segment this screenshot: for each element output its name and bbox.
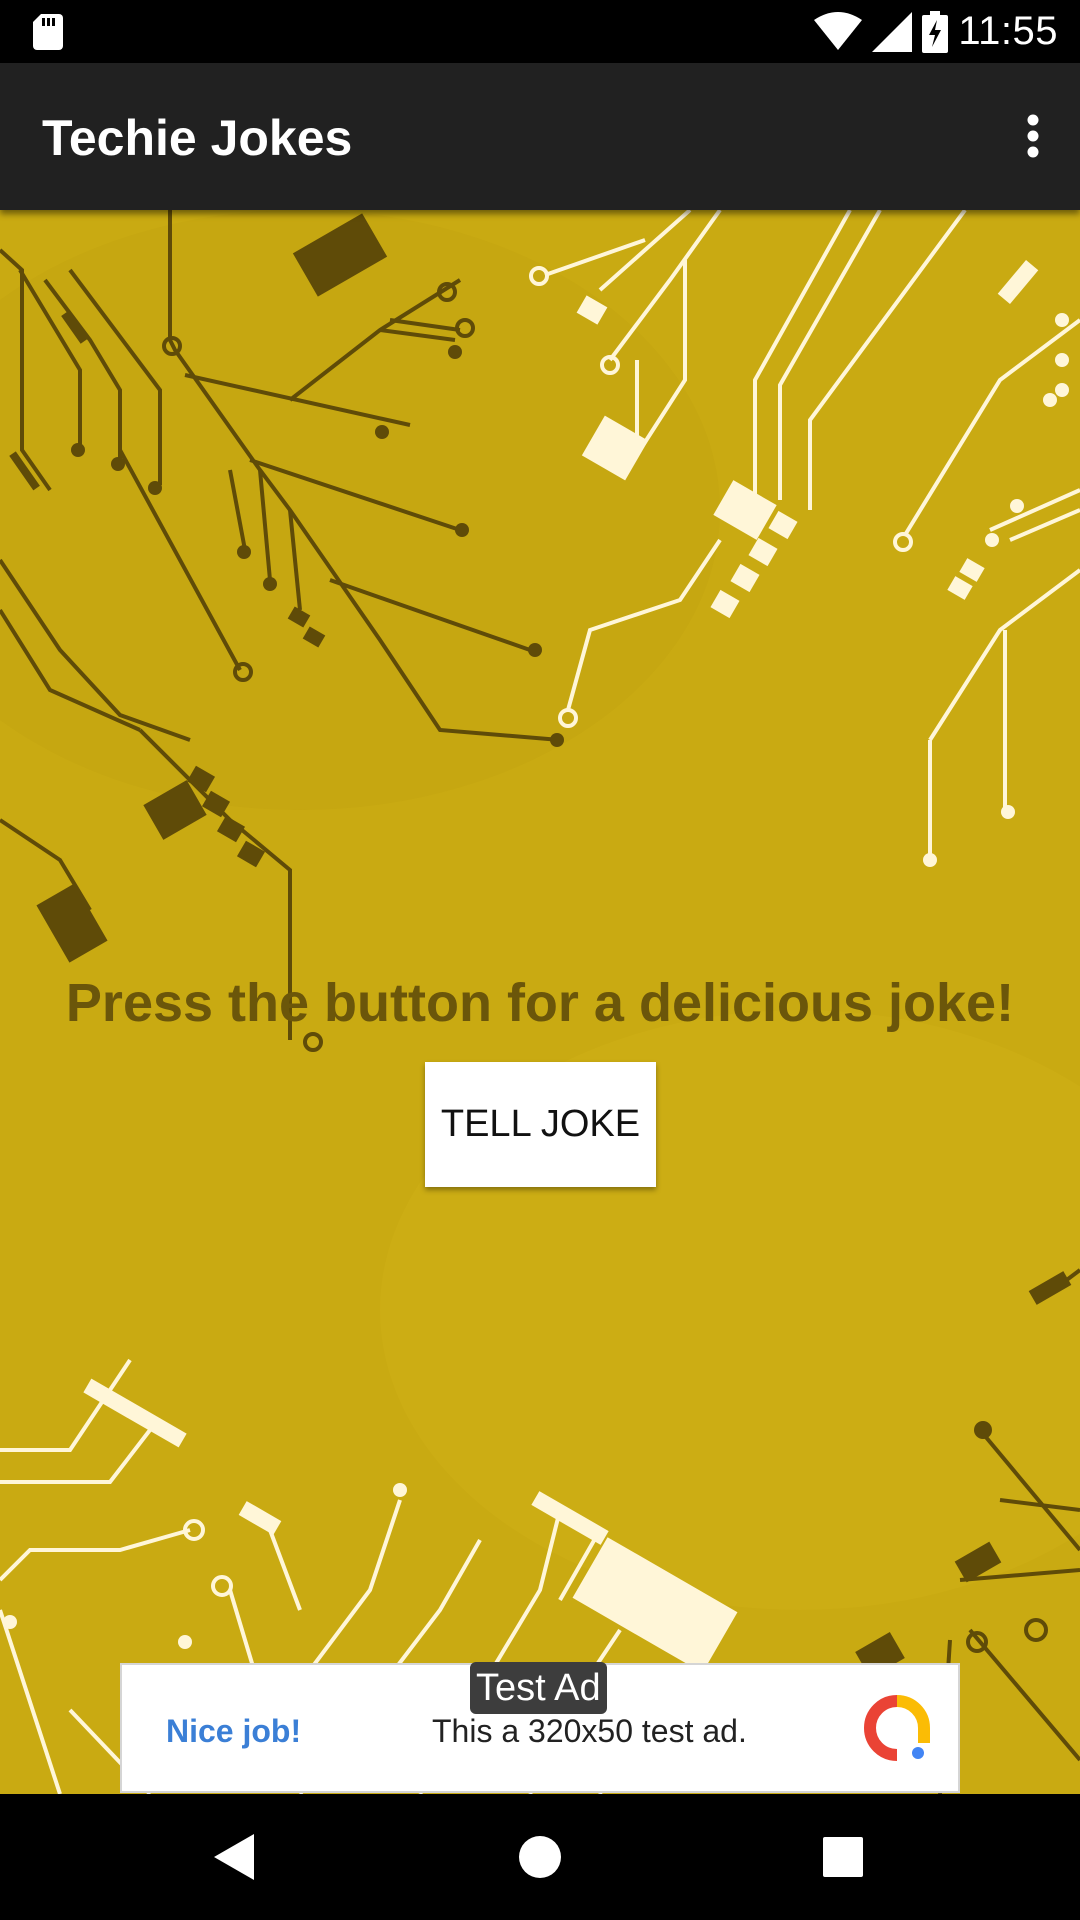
tell-joke-button[interactable]: TELL JOKE	[425, 1062, 656, 1187]
home-icon	[519, 1836, 561, 1878]
recents-icon	[823, 1837, 863, 1877]
admob-logo-icon	[864, 1695, 930, 1761]
joke-prompt-text: Press the button for a delicious joke!	[65, 973, 1015, 1033]
system-nav-bar	[0, 1794, 1080, 1920]
recents-button[interactable]	[808, 1822, 878, 1892]
back-button[interactable]	[200, 1822, 270, 1892]
sd-card-icon	[33, 14, 63, 50]
wifi-icon	[814, 11, 863, 50]
ad-headline: Nice job!	[166, 1713, 302, 1749]
test-ad-tag: Test Ad	[470, 1662, 607, 1714]
ad-description: This a 320x50 test ad.	[432, 1713, 747, 1749]
ad-banner[interactable]: Test Ad Nice job! This a 320x50 test ad.	[120, 1662, 960, 1793]
status-bar: 11:55	[0, 0, 1080, 63]
app-title: Techie Jokes	[42, 110, 353, 166]
main-content: Press the button for a delicious joke! T…	[0, 210, 1080, 1794]
status-time: 11:55	[958, 9, 1058, 53]
signal-icon	[872, 11, 913, 52]
home-button[interactable]	[505, 1822, 575, 1892]
back-icon	[214, 1834, 254, 1880]
app-bar: Techie Jokes	[0, 63, 1080, 210]
overflow-menu-button[interactable]	[998, 101, 1068, 171]
more-vert-icon	[1027, 114, 1039, 158]
battery-charging-icon	[922, 10, 949, 53]
